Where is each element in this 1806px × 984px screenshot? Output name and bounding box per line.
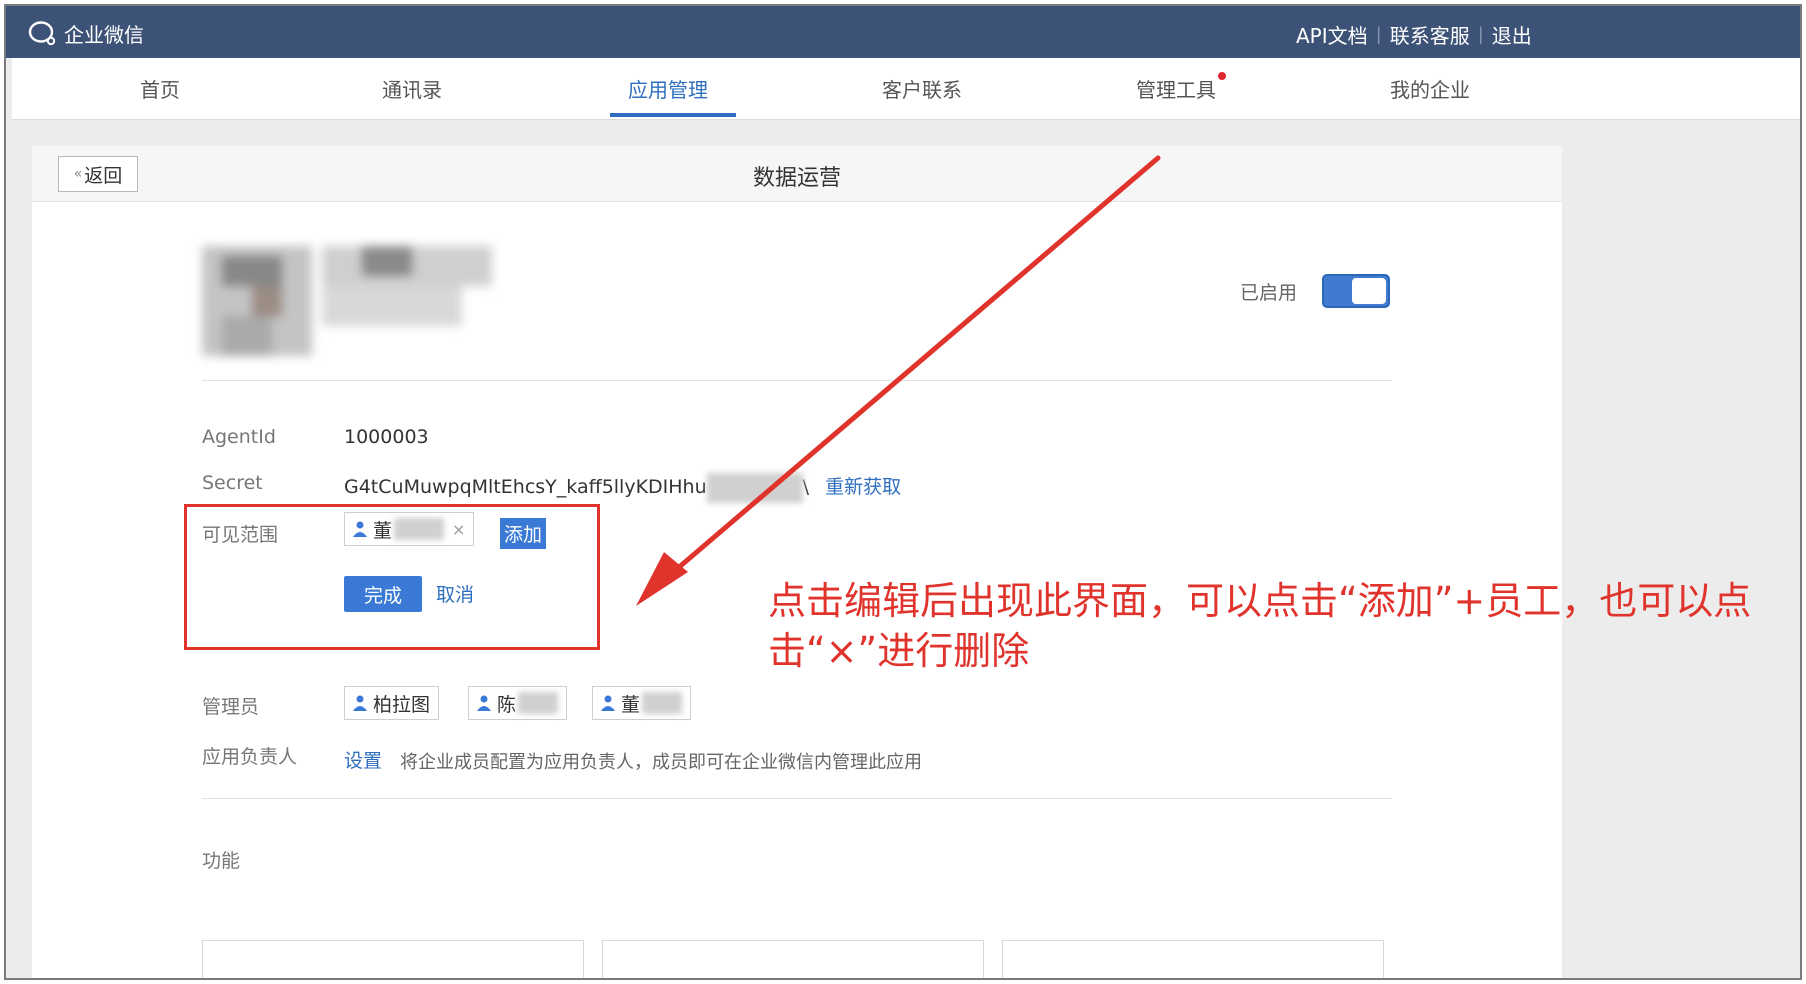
secret-label: Secret [202, 472, 263, 494]
annotation-highlight-box [184, 504, 600, 650]
nav-item-customer-contact[interactable]: 客户联系 [882, 74, 962, 103]
app-owner-label: 应用负责人 [202, 746, 298, 768]
refresh-secret-link[interactable]: 重新获取 [825, 476, 901, 498]
nav-item-app-management[interactable]: 应用管理 [628, 74, 708, 103]
toggle-knob [1352, 278, 1386, 304]
secret-redacted [706, 472, 803, 503]
function-card[interactable] [1002, 940, 1384, 978]
card-header: « 返回 数据运营 [32, 146, 1562, 202]
admin-name: 柏拉图 [373, 693, 431, 716]
secret-row: G4tCuMuwpqMltEhcsY_kaff5llyKDIHhu \ 重新获取 [344, 472, 901, 503]
annotation-text: 点击编辑后出现此界面，可以点击“添加”+员工，也可以点 击“×”进行删除 [768, 576, 1788, 676]
wecom-logo-icon [28, 20, 56, 45]
header-links: API文档 | 联系客服 | 退出 [1296, 20, 1532, 49]
screenshot-frame: 企业微信 API文档 | 联系客服 | 退出 首页 通讯录 应用管理 客户联系 … [4, 4, 1802, 980]
page-title: 数据运营 [752, 166, 841, 191]
admin-name: 陈 [497, 693, 517, 716]
section-divider [202, 380, 1392, 381]
function-card[interactable] [202, 940, 584, 978]
annotation-line-1: 点击编辑后出现此界面，可以点击“添加”+员工，也可以点 [768, 579, 1752, 623]
admin-tag: 柏拉图 [344, 686, 440, 720]
admins-label: 管理员 [202, 696, 260, 718]
header-separator: | [1477, 24, 1484, 45]
brand-name: 企业微信 [64, 23, 144, 47]
person-icon [601, 695, 615, 711]
brand-logo[interactable]: 企业微信 [28, 19, 144, 48]
nav-item-contacts[interactable]: 通讯录 [382, 74, 442, 103]
owner-hint: 将企业成员配置为应用负责人，成员即可在企业微信内管理此应用 [400, 752, 922, 773]
active-tab-indicator [610, 113, 736, 117]
logout-link[interactable]: 退出 [1492, 20, 1532, 49]
set-owner-link[interactable]: 设置 [344, 746, 382, 773]
admin-name-redacted [518, 692, 559, 714]
app-icon-redacted [202, 246, 492, 356]
notification-dot [1218, 72, 1226, 80]
person-icon [353, 695, 367, 711]
secret-value: G4tCuMuwpqMltEhcsY_kaff5llyKDIHhu [344, 476, 707, 498]
main-nav: 首页 通讯录 应用管理 客户联系 管理工具 我的企业 [12, 58, 1800, 120]
enabled-status-label: 已启用 [1240, 282, 1298, 304]
api-docs-link[interactable]: API文档 [1296, 20, 1368, 49]
top-header: 企业微信 API文档 | 联系客服 | 退出 [6, 6, 1800, 58]
person-icon [477, 695, 491, 711]
annotation-line-2: 击“×”进行删除 [768, 629, 1030, 673]
function-card[interactable] [602, 940, 984, 978]
header-separator: | [1375, 24, 1382, 45]
nav-item-management-tools[interactable]: 管理工具 [1136, 72, 1226, 103]
agentid-label: AgentId [202, 426, 276, 448]
section-divider [202, 798, 1392, 799]
contact-support-link[interactable]: 联系客服 [1390, 20, 1470, 49]
admin-name-redacted [642, 692, 683, 714]
secret-tail: \ [802, 476, 810, 498]
nav-item-label: 管理工具 [1136, 78, 1216, 102]
nav-item-home[interactable]: 首页 [140, 74, 180, 103]
nav-item-my-enterprise[interactable]: 我的企业 [1390, 74, 1470, 103]
functions-label: 功能 [202, 850, 241, 872]
enable-toggle[interactable] [1322, 274, 1390, 308]
admin-name: 董 [621, 693, 641, 716]
admin-tag: 陈 [468, 686, 568, 720]
agentid-value: 1000003 [344, 426, 429, 448]
admin-tag: 董 [592, 686, 692, 720]
